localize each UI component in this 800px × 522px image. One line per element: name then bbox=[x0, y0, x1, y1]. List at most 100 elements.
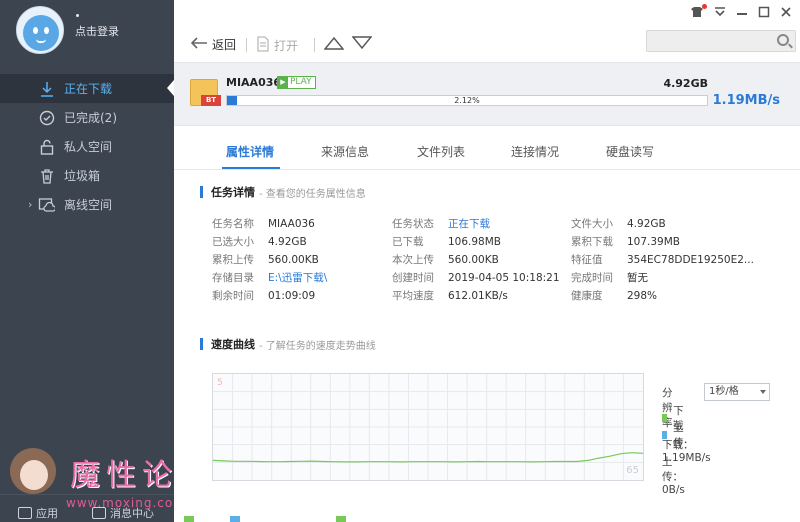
message-center-button[interactable]: 消息中心 bbox=[92, 505, 154, 521]
info-col2-row-2: 本次上传 560.00KB bbox=[392, 252, 499, 267]
arrow-left-icon bbox=[190, 36, 208, 53]
notification-dot-icon bbox=[702, 4, 707, 9]
info-key: 累积下载 bbox=[571, 236, 613, 248]
lock-icon bbox=[38, 138, 55, 155]
info-key: 文件大小 bbox=[571, 218, 613, 230]
strip-mark bbox=[336, 516, 346, 522]
info-value: 4.92GB bbox=[268, 236, 307, 248]
info-value[interactable]: 正在下载 bbox=[448, 218, 490, 230]
info-col2-row-4: 平均速度 612.01KB/s bbox=[392, 288, 508, 303]
skin-icon[interactable] bbox=[690, 4, 707, 21]
sidebar-item-label: 私人空间 bbox=[64, 140, 113, 154]
info-col1-row-4: 剩余时间 01:09:09 bbox=[212, 288, 315, 303]
info-col2-row-3: 创建时间 2019-04-05 10:18:21 bbox=[392, 270, 560, 285]
search-input[interactable] bbox=[646, 30, 796, 52]
tab-file-list[interactable]: 文件列表 bbox=[417, 143, 465, 160]
back-button[interactable]: 返回 bbox=[190, 36, 236, 53]
info-value: 01:09:09 bbox=[268, 290, 316, 302]
sidebar-item-label: 已完成(2) bbox=[64, 111, 117, 125]
tab-source-info[interactable]: 来源信息 bbox=[321, 143, 369, 160]
info-value: 暂无 bbox=[627, 272, 648, 284]
open-button[interactable]: 打开 bbox=[256, 36, 298, 55]
sidebar-item-trash[interactable]: 垃圾箱 bbox=[0, 161, 174, 190]
download-icon bbox=[38, 80, 55, 97]
chevron-down-icon bbox=[760, 390, 766, 394]
login-link[interactable]: 点击登录 bbox=[75, 23, 119, 39]
sidebar-footer: 应用 消息中心 bbox=[0, 494, 174, 522]
sidebar-item-private-space[interactable]: 私人空间 bbox=[0, 132, 174, 161]
status-dot bbox=[76, 14, 79, 17]
tab-properties[interactable]: 属性详情 bbox=[226, 143, 274, 160]
apps-icon bbox=[18, 507, 32, 519]
info-key: 任务名称 bbox=[212, 218, 254, 230]
info-value: 354EC78DDE19250E2... bbox=[627, 254, 754, 266]
avatar-eye-icon bbox=[44, 27, 49, 34]
info-value: 2019-04-05 10:18:21 bbox=[448, 272, 560, 284]
info-col2-row-1: 已下载 106.98MB bbox=[392, 234, 501, 249]
maximize-icon[interactable] bbox=[758, 6, 770, 21]
info-value: 298% bbox=[627, 290, 658, 302]
menu-icon[interactable] bbox=[714, 6, 726, 21]
info-col1-row-0: 任务名称 MIAA036 bbox=[212, 216, 315, 231]
check-circle-icon bbox=[38, 109, 55, 126]
task-row[interactable]: BT MIAA036 ▶ PLAY 4.92GB 2.12% 1.19MB/s bbox=[174, 62, 800, 126]
document-icon bbox=[256, 36, 270, 55]
triangle-down-icon bbox=[351, 36, 373, 53]
speed-chart: 5 65 bbox=[212, 373, 644, 481]
play-icon: ▶ bbox=[278, 77, 288, 88]
minimize-icon[interactable] bbox=[736, 6, 748, 21]
info-col3-row-0: 文件大小 4.92GB bbox=[571, 216, 666, 231]
section-subtitle: - 查看您的任务属性信息 bbox=[259, 188, 366, 200]
window-controls bbox=[690, 4, 792, 21]
speed-curve-heading: 速度曲线 - 了解任务的速度走势曲线 bbox=[200, 336, 376, 352]
info-value: 106.98MB bbox=[448, 236, 502, 248]
upload-rate: 上传：0B/s bbox=[662, 456, 685, 496]
tab-connections[interactable]: 连接情况 bbox=[511, 143, 559, 160]
info-value: 560.00KB bbox=[268, 254, 319, 266]
toolbar-divider bbox=[246, 38, 247, 52]
move-up-button[interactable] bbox=[323, 36, 345, 53]
play-button[interactable]: ▶ PLAY bbox=[277, 76, 316, 89]
detail-tabs: 属性详情 来源信息 文件列表 连接情况 硬盘读写 bbox=[174, 126, 800, 170]
sidebar: 点击登录 正在下载 已完成(2) 私人空间 垃圾箱 › 离线空间 应用 消息中心 bbox=[0, 0, 174, 522]
sidebar-item-offline-space[interactable]: › 离线空间 bbox=[0, 190, 174, 219]
search-icon[interactable] bbox=[777, 34, 789, 46]
chevron-right-icon[interactable]: › bbox=[28, 198, 32, 211]
speed-chart-svg bbox=[213, 374, 643, 480]
info-key: 存储目录 bbox=[212, 272, 254, 284]
resolution-value: 1秒/格 bbox=[709, 386, 739, 397]
cloud-icon bbox=[38, 196, 55, 213]
info-value: 560.00KB bbox=[448, 254, 499, 266]
close-icon[interactable] bbox=[780, 6, 792, 21]
triangle-up-icon bbox=[323, 36, 345, 53]
section-subtitle: - 了解任务的速度走势曲线 bbox=[259, 340, 376, 352]
bt-file-icon: BT bbox=[190, 79, 221, 106]
info-value: 107.39MB bbox=[627, 236, 681, 248]
section-title: 速度曲线 bbox=[211, 338, 255, 351]
resolution-select[interactable]: 1秒/格 bbox=[704, 383, 770, 401]
sidebar-item-completed[interactable]: 已完成(2) bbox=[0, 103, 174, 132]
active-indicator bbox=[167, 80, 174, 96]
sidebar-item-label: 垃圾箱 bbox=[64, 169, 101, 183]
info-key: 完成时间 bbox=[571, 272, 613, 284]
info-col1-row-3: 存储目录 E:\迅雷下载\ bbox=[212, 270, 327, 285]
progress-text: 2.12% bbox=[454, 96, 480, 105]
bottom-strip bbox=[174, 506, 800, 522]
move-down-button[interactable] bbox=[351, 36, 373, 53]
info-key: 特征值 bbox=[571, 254, 603, 266]
strip-mark bbox=[184, 516, 194, 522]
info-col3-row-3: 完成时间 暂无 bbox=[571, 270, 648, 285]
info-value: 4.92GB bbox=[627, 218, 666, 230]
tab-disk-io[interactable]: 硬盘读写 bbox=[606, 143, 654, 160]
apps-button[interactable]: 应用 bbox=[18, 505, 58, 521]
message-center-label: 消息中心 bbox=[110, 507, 154, 520]
info-value[interactable]: E:\迅雷下载\ bbox=[268, 272, 327, 284]
avatar[interactable] bbox=[16, 6, 64, 54]
sidebar-item-downloading[interactable]: 正在下载 bbox=[0, 74, 174, 103]
toolbar: 返回 打开 bbox=[174, 0, 800, 62]
info-col1-row-1: 已选大小 4.92GB bbox=[212, 234, 307, 249]
info-value: 612.01KB/s bbox=[448, 290, 508, 302]
task-size: 4.92GB bbox=[663, 77, 708, 90]
strip-mark bbox=[230, 516, 240, 522]
apps-label: 应用 bbox=[36, 507, 58, 520]
